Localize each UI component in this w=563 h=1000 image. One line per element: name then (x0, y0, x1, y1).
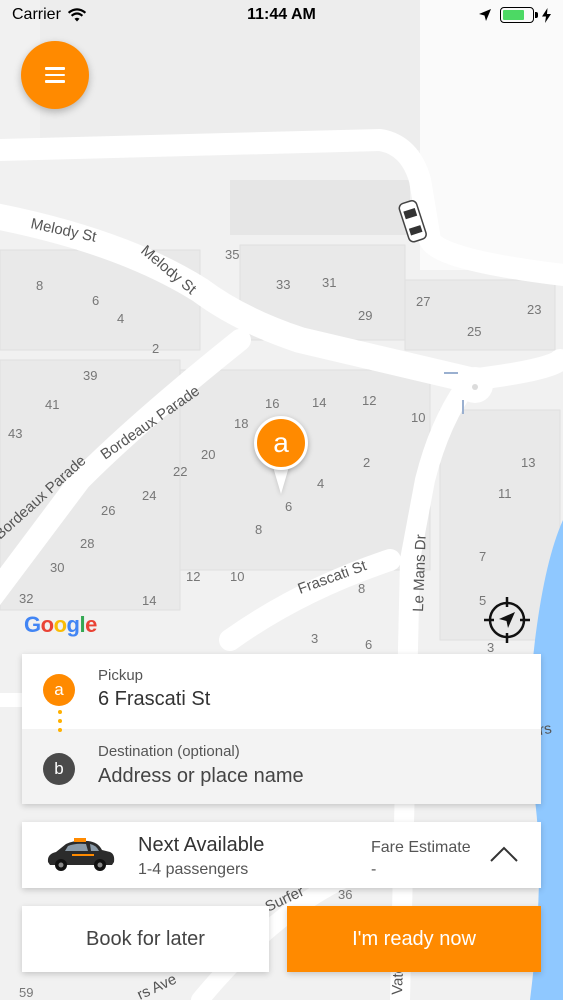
house-number: 33 (276, 277, 290, 292)
locate-button[interactable] (482, 595, 532, 645)
destination-badge: b (43, 753, 75, 785)
status-bar: Carrier 11:44 AM (0, 0, 563, 30)
house-number: 7 (479, 549, 486, 564)
house-number: 36 (338, 887, 352, 902)
fare-estimate-label: Fare Estimate (371, 839, 471, 856)
house-number: 2 (363, 455, 370, 470)
ready-now-button[interactable]: I'm ready now (287, 906, 541, 972)
house-number: 24 (142, 488, 156, 503)
house-number: 59 (19, 985, 33, 1000)
pickup-pin[interactable]: a (254, 416, 308, 496)
house-number: 22 (173, 464, 187, 479)
house-number: 8 (358, 581, 365, 596)
crosshair-icon (484, 597, 530, 643)
house-number: 3 (311, 631, 318, 646)
google-logo: Google (24, 612, 97, 637)
house-number: 31 (322, 275, 336, 290)
chevron-up-icon[interactable] (488, 842, 520, 866)
house-number: 10 (230, 569, 244, 584)
route-dots (58, 710, 62, 750)
house-number: 13 (521, 455, 535, 470)
house-number: 8 (36, 278, 43, 293)
pickup-row[interactable]: a Pickup 6 Frascati St (22, 654, 541, 729)
house-number: 6 (365, 637, 372, 652)
house-number: 41 (45, 397, 59, 412)
house-number: 4 (117, 311, 124, 326)
street-label: Le Mans Dr (410, 534, 430, 612)
menu-button[interactable] (21, 41, 89, 109)
book-for-later-button[interactable]: Book for later (22, 906, 269, 972)
destination-input[interactable]: b Destination (optional) Address or plac… (22, 729, 541, 804)
house-number: 39 (83, 368, 97, 383)
destination-placeholder: Address or place name (98, 765, 304, 787)
battery-level (503, 10, 524, 20)
house-number: 28 (80, 536, 94, 551)
house-number: 25 (467, 324, 481, 339)
house-number: 32 (19, 591, 33, 606)
wifi-icon (67, 7, 86, 21)
fare-estimate-value: - (371, 861, 377, 878)
status-right (478, 7, 551, 23)
house-number: 12 (186, 569, 200, 584)
house-number: 23 (527, 302, 541, 317)
house-number: 6 (285, 499, 292, 514)
carrier-label: Carrier (12, 6, 61, 23)
vehicle-capacity: 1-4 passengers (138, 861, 249, 878)
vehicle-selector[interactable]: Next Available 1-4 passengers Fare Estim… (22, 822, 541, 888)
pickup-address: 6 Frascati St (98, 688, 211, 710)
pickup-label: Pickup (98, 667, 144, 684)
house-number: 8 (255, 522, 262, 537)
house-number: 11 (498, 486, 512, 501)
pickup-pin-label: a (254, 416, 308, 470)
vehicle-title: Next Available (138, 834, 265, 856)
house-number: 10 (411, 410, 425, 425)
pickup-badge: a (43, 674, 75, 706)
house-number: 12 (362, 393, 376, 408)
house-number: 4 (317, 476, 324, 491)
house-number: 14 (312, 395, 326, 410)
house-number: 14 (142, 593, 156, 608)
house-number: 27 (416, 294, 430, 309)
house-number: 30 (50, 560, 64, 575)
menu-icon (45, 63, 65, 87)
house-number: 20 (201, 447, 215, 462)
house-number: 29 (358, 308, 372, 323)
house-number: 18 (234, 416, 248, 431)
location-arrow-icon (479, 9, 491, 21)
battery-icon (500, 7, 538, 23)
taxi-icon (47, 838, 115, 871)
house-number: 6 (92, 293, 99, 308)
house-number: 43 (8, 426, 22, 441)
bolt-icon (542, 7, 551, 23)
house-number: 26 (101, 503, 115, 518)
status-left: Carrier (12, 6, 87, 24)
house-number: 16 (265, 396, 279, 411)
house-number: 35 (225, 247, 239, 262)
house-number: 2 (152, 341, 159, 356)
destination-label: Destination (optional) (98, 743, 240, 760)
address-card: a Pickup 6 Frascati St b Destination (op… (22, 654, 541, 804)
